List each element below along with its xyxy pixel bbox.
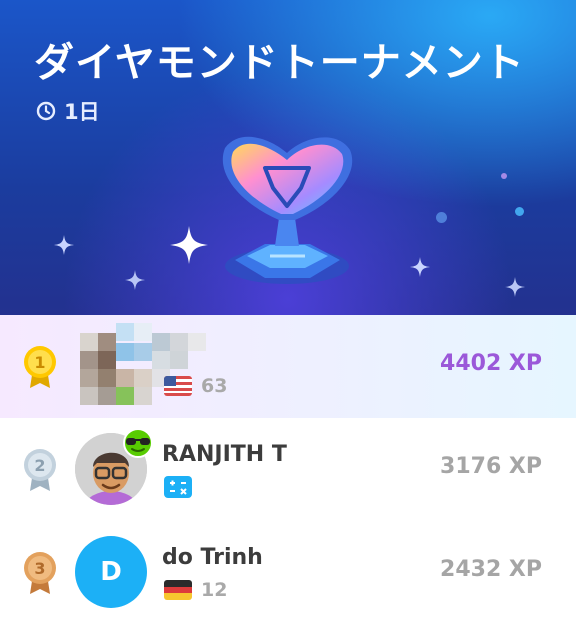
us-flag-icon: [164, 376, 192, 396]
sunglasses-emoji-badge-icon: [123, 428, 153, 458]
leaderboard-row[interactable]: 2 RANJITH T 3176 XP: [0, 418, 576, 521]
dot-decoration: [501, 173, 507, 179]
rank-number: 3: [34, 559, 45, 578]
user-name: RANJITH T: [162, 442, 287, 467]
time-remaining: 1日: [36, 96, 100, 126]
silver-medal-icon: 2: [24, 449, 56, 491]
leaderboard-row[interactable]: 3 D do Trinh 12 2432 XP: [0, 521, 576, 624]
streak-count: 12: [201, 579, 228, 601]
sparkle-icon: [170, 226, 208, 264]
rank-number: 2: [34, 456, 45, 475]
sparkle-icon: [54, 235, 74, 255]
user-meta: [164, 476, 192, 498]
sparkle-icon: [505, 277, 525, 297]
user-meta: 63: [164, 375, 227, 397]
xp-value: 4402 XP: [440, 351, 542, 376]
streak-count: 63: [201, 375, 228, 397]
avatar-letter: D: [100, 557, 122, 587]
xp-value: 3176 XP: [440, 454, 542, 479]
tournament-header: ダイヤモンドトーナメント 1日: [0, 0, 576, 315]
diamond-trophy-icon: [222, 136, 353, 284]
rank-number: 1: [34, 353, 45, 372]
avatar[interactable]: D: [75, 536, 147, 608]
user-name: do Trinh: [162, 545, 263, 570]
sparkle-icon: [125, 270, 145, 290]
gold-medal-icon: 1: [24, 346, 56, 388]
calculator-icon: [164, 476, 192, 498]
dot-decoration: [436, 212, 447, 223]
sparkle-icon: [410, 257, 430, 277]
clock-icon: [36, 101, 56, 121]
page-title: ダイヤモンドトーナメント: [34, 40, 525, 86]
bronze-medal-icon: 3: [24, 552, 56, 594]
xp-value: 2432 XP: [440, 557, 542, 582]
de-flag-icon: [164, 580, 192, 600]
user-meta: 12: [164, 579, 227, 601]
dot-decoration: [515, 207, 524, 216]
timer-text: 1日: [64, 100, 100, 124]
leaderboard-row[interactable]: 1 63 4402 XP: [0, 315, 576, 418]
